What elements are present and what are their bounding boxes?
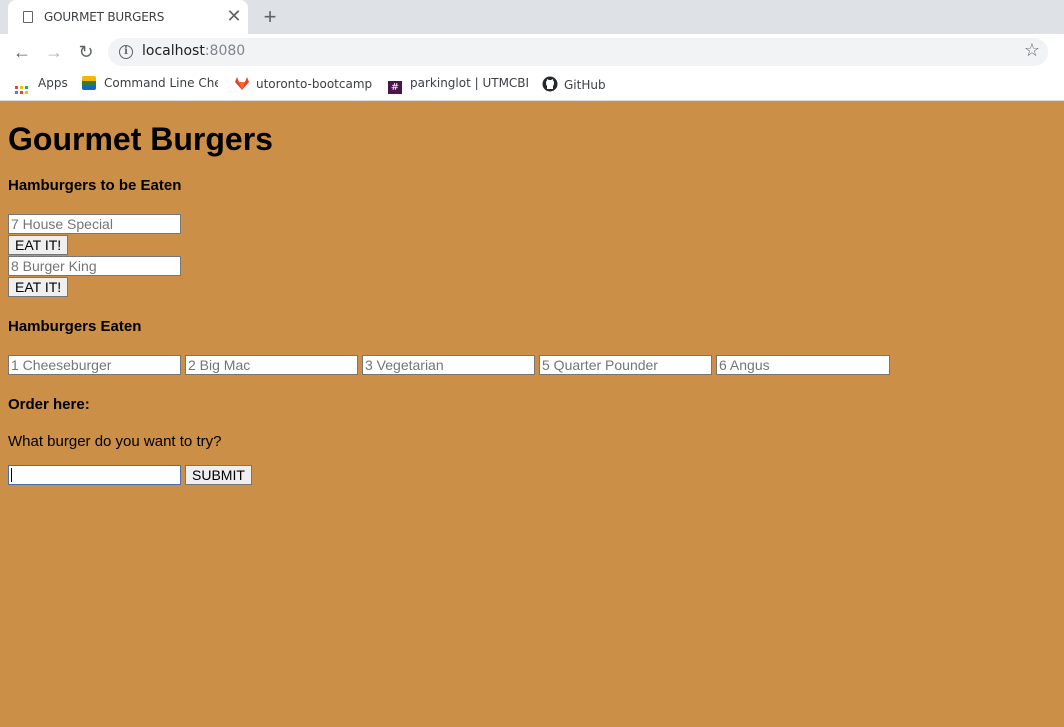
new-tab-icon[interactable]: + <box>258 5 282 29</box>
page-title: Gourmet Burgers <box>8 121 273 157</box>
burger-field[interactable]: 8 Burger King <box>8 256 181 276</box>
command-line-icon <box>82 76 96 90</box>
eaten-heading: Hamburgers Eaten <box>8 318 142 335</box>
github-icon <box>542 76 558 92</box>
forward-icon[interactable]: → <box>42 40 66 64</box>
burger-name-input[interactable] <box>8 465 181 485</box>
address-bar[interactable]: i localhost:8080 ☆ <box>108 38 1048 66</box>
eat-it-button[interactable]: EAT IT! <box>8 235 69 255</box>
burger-field[interactable]: 7 House Special <box>8 214 181 234</box>
tab-strip: GOURMET BURGERS ✕ + <box>0 0 1064 34</box>
url-text: localhost:8080 <box>142 43 246 59</box>
page-icon <box>23 11 33 23</box>
page-content: Gourmet Burgers Hamburgers to be Eaten 7… <box>0 101 1064 727</box>
bookmark-parkinglot[interactable]: # parkinglot | UTMCBM <box>388 76 528 94</box>
apps-grid-icon <box>15 86 28 94</box>
reload-icon[interactable]: ↻ <box>74 40 98 64</box>
tab-title: GOURMET BURGERS <box>44 10 165 24</box>
submit-button[interactable]: SUBMIT <box>185 465 252 485</box>
browser-toolbar: ← → ↻ i localhost:8080 ☆ <box>0 34 1064 69</box>
close-icon[interactable]: ✕ <box>224 6 244 26</box>
eaten-burger-field[interactable]: 3 Vegetarian <box>362 355 535 375</box>
to-eat-heading: Hamburgers to be Eaten <box>8 177 182 194</box>
eaten-burger-field[interactable]: 5 Quarter Pounder <box>539 355 712 375</box>
order-prompt: What burger do you want to try? <box>8 433 222 450</box>
bookmark-apps[interactable]: Apps <box>15 76 68 94</box>
info-icon[interactable]: i <box>119 45 133 59</box>
order-heading: Order here: <box>8 396 90 413</box>
bookmarks-bar: Apps Command Line Chea utoronto-bootcamp… <box>0 69 1064 101</box>
gitlab-icon <box>234 76 249 90</box>
eaten-burger-field[interactable]: 2 Big Mac <box>185 355 358 375</box>
slack-icon: # <box>388 81 402 94</box>
bookmark-command-line[interactable]: Command Line Chea <box>82 76 218 94</box>
eat-it-button[interactable]: EAT IT! <box>8 277 69 297</box>
eaten-burger-field[interactable]: 6 Angus <box>716 355 890 375</box>
back-icon[interactable]: ← <box>10 40 34 64</box>
eaten-burger-field[interactable]: 1 Cheeseburger <box>8 355 181 375</box>
text-caret <box>11 468 12 482</box>
bookmark-utoronto-bootcamp[interactable]: utoronto-bootcamp <box>234 76 372 94</box>
bookmark-star-icon[interactable]: ☆ <box>1024 40 1040 61</box>
browser-tab[interactable]: GOURMET BURGERS ✕ <box>8 0 248 34</box>
bookmark-github[interactable]: GitHub <box>542 76 606 94</box>
